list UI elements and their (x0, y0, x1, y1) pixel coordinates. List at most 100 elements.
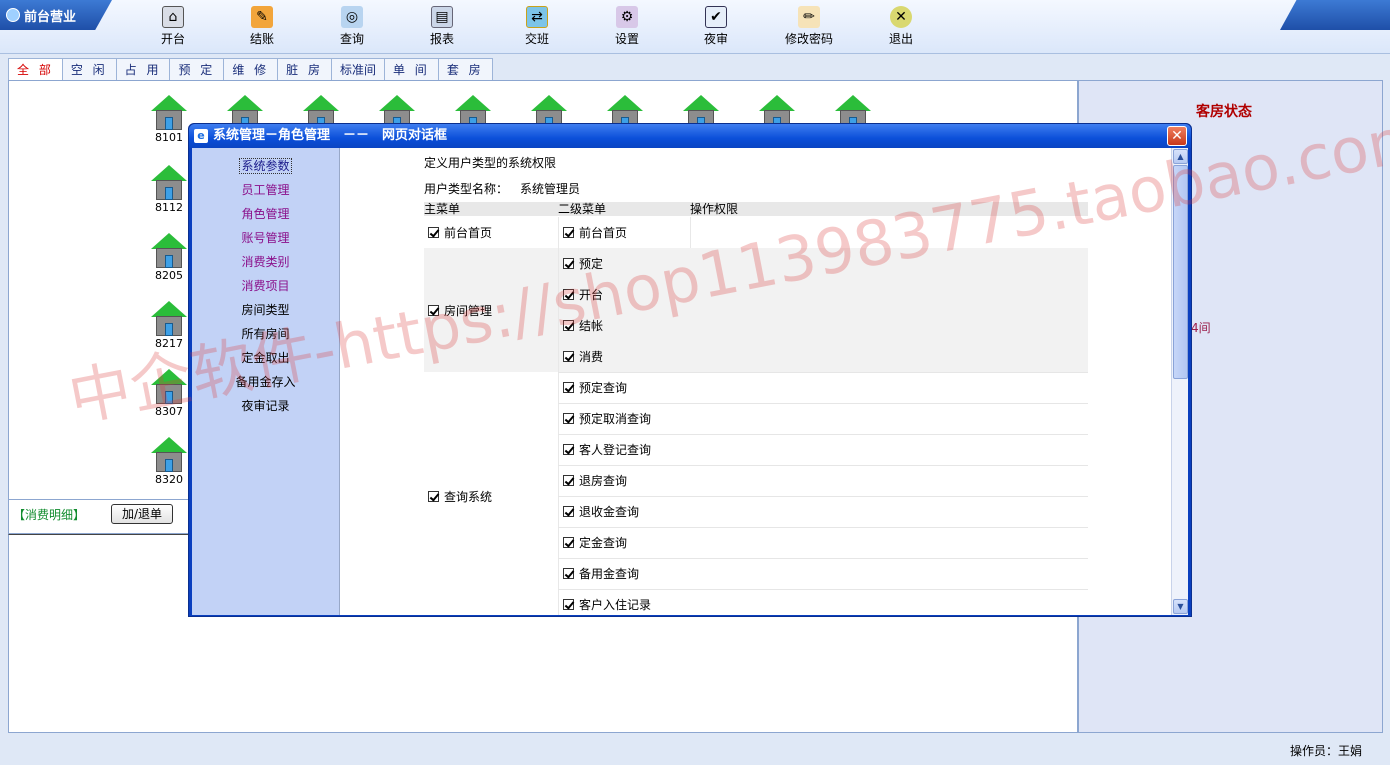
open-table-button[interactable]: ⌂ 开台 (138, 6, 208, 50)
main-menu-cell[interactable]: 查询系统 (424, 372, 558, 615)
shift-handover-icon: ⇄ (526, 6, 548, 28)
add-refund-order-button[interactable]: 加/退单 (111, 504, 173, 524)
settings-button[interactable]: ⚙ 设置 (592, 6, 662, 50)
main-menu-label: 查询系统 (444, 489, 493, 504)
room-status-title: 客房状态 (1196, 104, 1252, 120)
checkout-button[interactable]: ✎ 结账 (227, 6, 297, 50)
report-label: 报表 (429, 32, 454, 46)
nav-reserve-fund-deposit[interactable]: 备用金存入 (192, 373, 339, 390)
room-tile[interactable]: 8307 (149, 369, 189, 418)
brand-title: 前台营业 (24, 9, 77, 25)
room-tile[interactable]: 8112 (149, 165, 189, 214)
room-tile[interactable]: 8101 (149, 95, 189, 144)
change-password-button[interactable]: ✏ 修改密码 (774, 6, 844, 50)
checkbox-checked[interactable] (563, 351, 574, 362)
scroll-up-icon[interactable]: ▲ (1173, 149, 1188, 164)
col-header-main-menu: 主菜单 (424, 202, 558, 216)
checkbox-checked[interactable] (428, 226, 439, 238)
checkbox-checked[interactable] (563, 568, 574, 579)
role-name-value: 系统管理员 (520, 182, 581, 196)
checkbox-checked[interactable] (563, 413, 574, 424)
submenu-cell[interactable]: 预定 (558, 248, 690, 279)
change-password-icon: ✏ (798, 6, 820, 28)
shift-handover-button[interactable]: ⇄ 交班 (502, 6, 572, 50)
main-menu-cell[interactable]: 前台首页 (424, 216, 558, 248)
nav-consumption-item[interactable]: 消费项目 (192, 277, 339, 294)
checkbox-checked[interactable] (428, 304, 439, 316)
submenu-cell[interactable]: 结帐 (558, 310, 690, 341)
nav-account-management[interactable]: 账号管理 (192, 229, 339, 246)
checkbox-checked[interactable] (563, 537, 574, 548)
dialog-title: 系统管理－角色管理 －－ 网页对话框 (213, 128, 448, 143)
room-tile[interactable]: 8217 (149, 301, 189, 350)
exit-button[interactable]: ✕ 退出 (866, 6, 936, 50)
tab-occupied[interactable]: 占 用 (115, 58, 171, 80)
checkbox-checked[interactable] (563, 599, 574, 610)
submenu-label: 退房查询 (579, 474, 628, 488)
report-icon: ▤ (431, 6, 453, 28)
role-name-label: 用户类型名称： (424, 182, 509, 196)
checkbox-checked[interactable] (563, 444, 574, 455)
submenu-cell[interactable]: 退房查询 (558, 465, 690, 496)
nav-room-type[interactable]: 房间类型 (192, 301, 339, 318)
nav-deposit-withdraw[interactable]: 定金取出 (192, 349, 339, 366)
nav-system-params[interactable]: 系统参数 (192, 157, 339, 174)
status-bar: 操作员：王娟 (0, 737, 1390, 765)
nav-employee-management[interactable]: 员工管理 (192, 181, 339, 198)
submenu-cell[interactable]: 定金查询 (558, 527, 690, 558)
submenu-cell[interactable]: 预定查询 (558, 372, 690, 403)
scroll-down-icon[interactable]: ▼ (1173, 599, 1188, 614)
row-divider (558, 403, 1088, 404)
dialog-scrollbar[interactable]: ▲ ▼ (1171, 148, 1188, 615)
close-button[interactable]: ✕ (1167, 126, 1187, 146)
submenu-cell[interactable]: 开台 (558, 279, 690, 310)
nav-night-audit-records[interactable]: 夜审记录 (192, 397, 339, 414)
submenu-label: 定金查询 (579, 536, 628, 550)
checkbox-checked[interactable] (563, 289, 574, 300)
room-number: 8320 (155, 473, 183, 486)
tab-vacant[interactable]: 空 闲 (61, 58, 117, 80)
submenu-cell[interactable]: 退收金查询 (558, 496, 690, 527)
nav-label: 系统参数 (239, 158, 292, 174)
night-audit-button[interactable]: ✔ 夜审 (681, 6, 751, 50)
room-tile[interactable]: 8320 (149, 437, 189, 486)
consumption-detail-label: 【消费明细】 (13, 508, 86, 522)
checkbox-checked[interactable] (563, 382, 574, 393)
nav-consumption-category[interactable]: 消费类别 (192, 253, 339, 270)
query-icon: ◎ (341, 6, 363, 28)
room-number: 8217 (155, 337, 183, 350)
exit-icon: ✕ (890, 6, 912, 28)
night-audit-icon: ✔ (705, 6, 727, 28)
tab-suite[interactable]: 套 房 (437, 58, 493, 80)
submenu-cell[interactable]: 消费 (558, 341, 690, 372)
scrollbar-thumb[interactable] (1173, 165, 1188, 379)
submenu-cell[interactable]: 前台首页 (558, 217, 690, 248)
submenu-cell[interactable]: 备用金查询 (558, 558, 690, 589)
submenu-cell[interactable]: 预定取消查询 (558, 403, 690, 434)
tab-maintenance[interactable]: 维 修 (223, 58, 279, 80)
nav-all-rooms[interactable]: 所有房间 (192, 325, 339, 342)
operator-info: 操作员：王娟 (1289, 744, 1362, 758)
submenu-cell[interactable]: 客人登记查询 (558, 434, 690, 465)
checkbox-checked[interactable] (428, 490, 439, 502)
submenu-label: 预定取消查询 (579, 412, 652, 426)
dialog-title-bar[interactable]: e 系统管理－角色管理 －－ 网页对话框 ✕ (189, 124, 1191, 148)
row-divider (558, 496, 1088, 497)
tab-standard-room[interactable]: 标准间 (330, 58, 385, 80)
tab-reserved[interactable]: 预 定 (169, 58, 225, 80)
nav-role-management[interactable]: 角色管理 (192, 205, 339, 222)
checkbox-checked[interactable] (563, 258, 574, 269)
tab-single-room[interactable]: 单 间 (383, 58, 439, 80)
room-tile[interactable]: 8205 (149, 233, 189, 282)
checkbox-checked[interactable] (563, 227, 574, 238)
tab-all[interactable]: 全 部 (8, 58, 63, 80)
house-icon (151, 95, 187, 131)
query-button[interactable]: ◎ 查询 (317, 6, 387, 50)
checkbox-checked[interactable] (563, 320, 574, 331)
report-button[interactable]: ▤ 报表 (407, 6, 477, 50)
checkbox-checked[interactable] (563, 506, 574, 517)
checkbox-checked[interactable] (563, 475, 574, 486)
tab-dirty[interactable]: 脏 房 (277, 58, 332, 80)
submenu-cell[interactable]: 客户入住记录 (558, 589, 690, 615)
main-menu-cell[interactable]: 房间管理 (424, 248, 558, 372)
